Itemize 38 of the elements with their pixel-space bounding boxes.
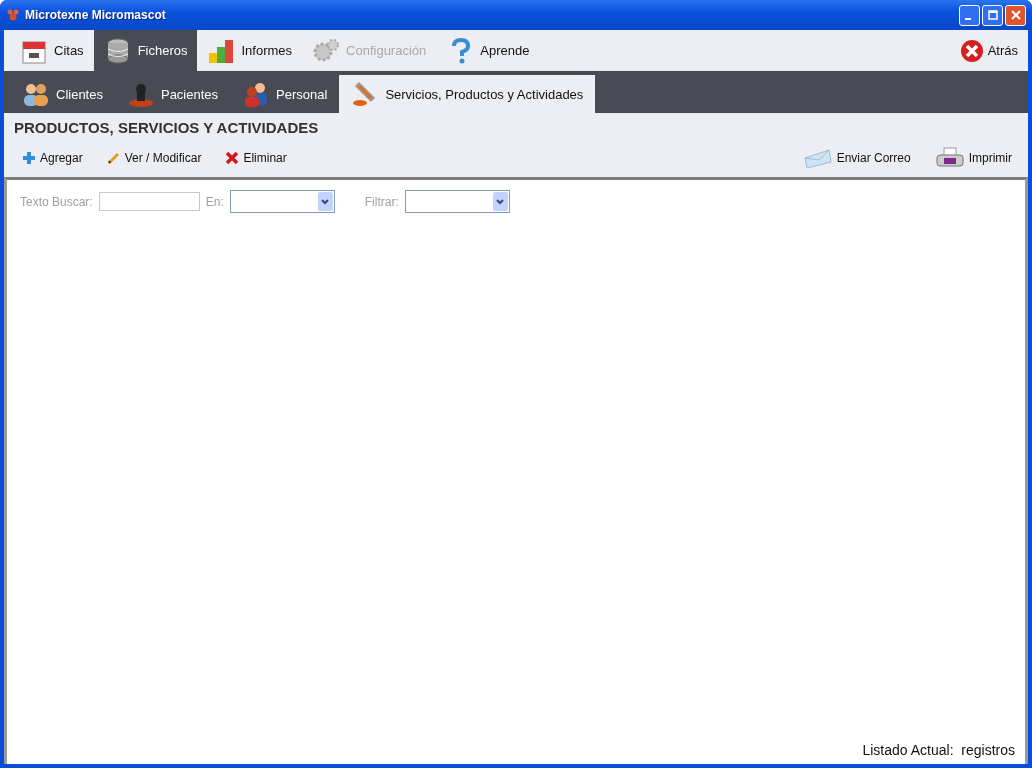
- delete-x-icon: [225, 151, 240, 165]
- maximize-button[interactable]: [982, 4, 1003, 26]
- status-text: Listado Actual: registros: [862, 742, 1016, 760]
- toolbar-button[interactable]: Eliminar: [217, 151, 295, 165]
- sub-tab[interactable]: Clientes: [10, 75, 115, 113]
- envelope-icon: [802, 146, 833, 170]
- search-label: Texto Buscar:: [20, 194, 93, 209]
- sub-tab[interactable]: Pacientes: [114, 75, 231, 113]
- close-circle-icon: [959, 38, 984, 63]
- filter-dropdown[interactable]: [404, 190, 510, 213]
- main-tab[interactable]: Informes: [197, 30, 303, 71]
- minimize-icon: [965, 18, 971, 20]
- chevron-down-icon: [321, 198, 330, 205]
- toolbar-button[interactable]: Enviar Correo: [794, 146, 919, 170]
- main-tab[interactable]: Aprende: [436, 30, 540, 71]
- window-title: Microtexne Micromascot: [25, 8, 166, 22]
- close-button[interactable]: [1005, 4, 1026, 26]
- toolbar-button[interactable]: Ver / Modificar: [98, 151, 210, 165]
- chevron-down-icon: [496, 198, 505, 205]
- pencil-icon: [106, 151, 121, 165]
- close-icon: [1010, 10, 1021, 20]
- filter-label: Filtrar:: [364, 194, 399, 209]
- back-button[interactable]: Atrás: [949, 30, 1028, 71]
- section-title: PRODUCTOS, SERVICIOS Y ACTIVIDADES: [14, 119, 320, 138]
- sub-tab[interactable]: Personal: [230, 75, 340, 113]
- toolbar-button[interactable]: Agregar: [14, 151, 91, 165]
- maximize-icon: [987, 10, 998, 20]
- main-tab[interactable]: Citas: [10, 30, 94, 71]
- main-tab[interactable]: Ficheros: [93, 30, 198, 71]
- paw-icon: [6, 8, 20, 22]
- plus-icon: [22, 151, 36, 165]
- toolbar-button[interactable]: Imprimir: [926, 146, 1020, 170]
- printer-icon: [934, 146, 965, 170]
- search-field[interactable]: [98, 192, 200, 211]
- in-dropdown[interactable]: [229, 190, 335, 213]
- in-label: En:: [205, 194, 224, 209]
- minimize-button[interactable]: [959, 4, 980, 26]
- sub-tab[interactable]: Servicios, Productos y Actividades: [339, 75, 596, 113]
